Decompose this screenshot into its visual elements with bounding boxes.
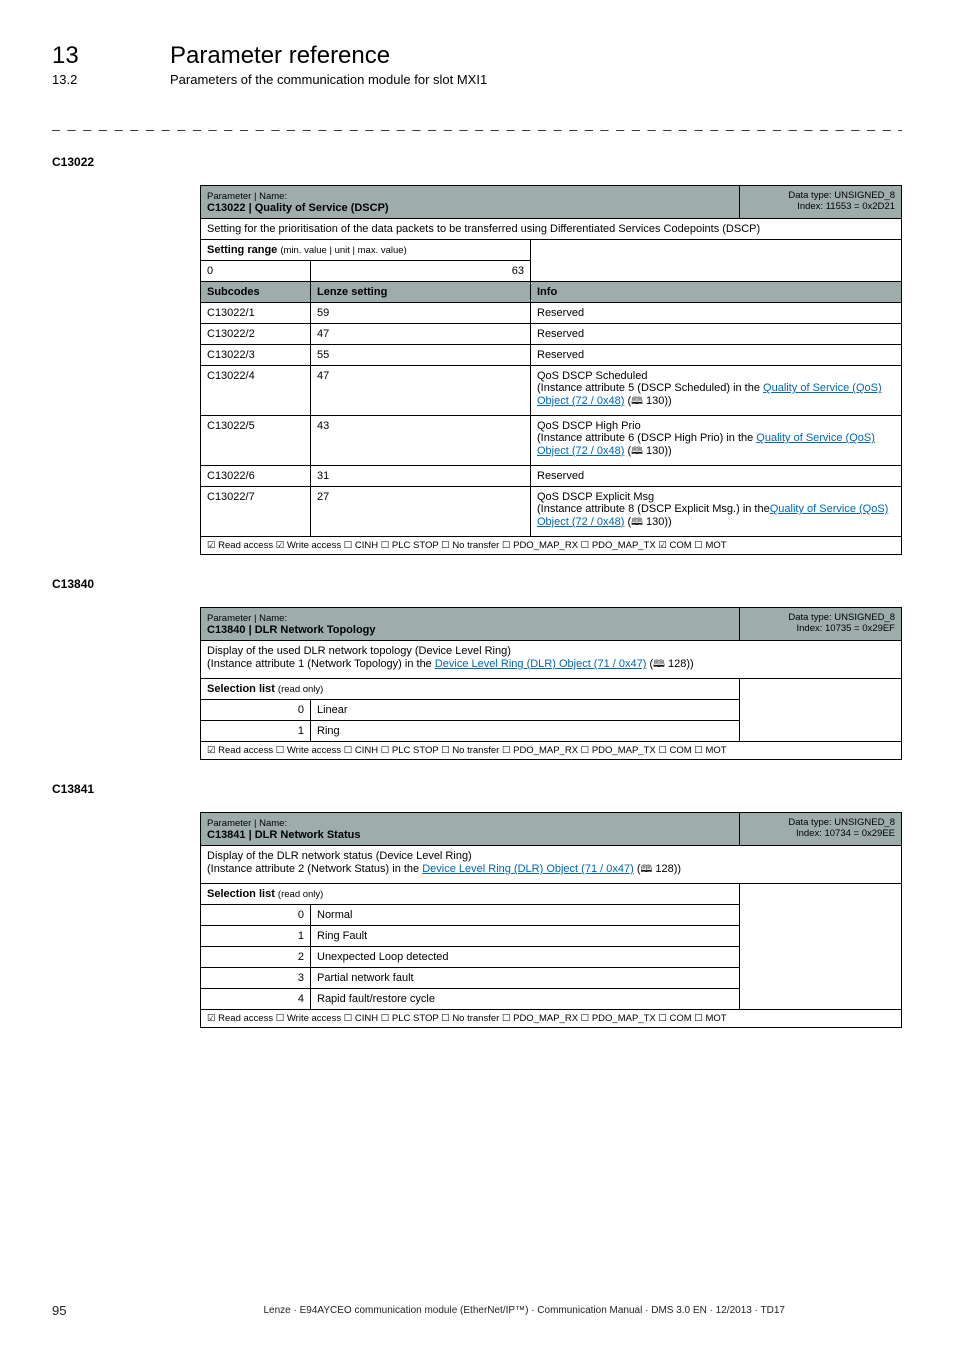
chapter-number: 13 bbox=[52, 42, 142, 70]
data-type: Data type: UNSIGNED_8 bbox=[788, 190, 895, 201]
param-desc-pre: Display of the used DLR network topology… bbox=[207, 645, 511, 657]
page-footer: 95 Lenze · E94AYCEO communication module… bbox=[52, 1303, 902, 1318]
table-row: C13022/3 55 Reserved bbox=[201, 345, 902, 366]
index: Index: 10734 = 0x29EE bbox=[796, 828, 895, 839]
table-c13840: Parameter | Name: C13840 | DLR Network T… bbox=[200, 607, 902, 760]
dlr-link[interactable]: Device Level Ring (DLR) Object (71 / 0x4… bbox=[422, 863, 634, 875]
data-type: Data type: UNSIGNED_8 bbox=[788, 817, 895, 828]
setting-range-label: Setting range bbox=[207, 244, 277, 256]
book-icon: 🕮 bbox=[631, 446, 643, 457]
table-c13841: Parameter | Name: C13841 | DLR Network S… bbox=[200, 812, 902, 1028]
param-code-c13840: C13840 bbox=[52, 577, 902, 591]
range-min: 0 bbox=[201, 261, 311, 282]
book-icon: 🕮 bbox=[631, 396, 643, 407]
book-icon: 🕮 bbox=[640, 864, 652, 875]
book-icon: 🕮 bbox=[631, 517, 643, 528]
table-row: C13022/5 43 QoS DSCP High Prio (Instance… bbox=[201, 416, 902, 466]
table-row: C13022/1 59 Reserved bbox=[201, 303, 902, 324]
param-code-c13022: C13022 bbox=[52, 155, 902, 169]
info-label: Info bbox=[531, 282, 902, 303]
access-flags: ☑ Read access ☐ Write access ☐ CINH ☐ PL… bbox=[201, 742, 902, 760]
range-max: 63 bbox=[311, 261, 531, 282]
param-name: C13841 | DLR Network Status bbox=[207, 829, 360, 841]
table-c13022: Parameter | Name: C13022 | Quality of Se… bbox=[200, 185, 902, 555]
data-type: Data type: UNSIGNED_8 bbox=[788, 612, 895, 623]
lenze-setting-label: Lenze setting bbox=[311, 282, 531, 303]
access-flags: ☑ Read access ☑ Write access ☐ CINH ☐ PL… bbox=[201, 537, 902, 555]
page-number: 95 bbox=[52, 1303, 66, 1318]
section-number: 13.2 bbox=[52, 72, 142, 87]
param-code-c13841: C13841 bbox=[52, 782, 902, 796]
index: Index: 11553 = 0x2D21 bbox=[797, 201, 895, 212]
table-row: C13022/6 31 Reserved bbox=[201, 466, 902, 487]
access-flags: ☑ Read access ☐ Write access ☐ CINH ☐ PL… bbox=[201, 1010, 902, 1028]
read-only-label: (read only) bbox=[278, 889, 323, 900]
section-header: 13.2 Parameters of the communication mod… bbox=[52, 72, 902, 87]
param-name: C13840 | DLR Network Topology bbox=[207, 624, 376, 636]
section-title: Parameters of the communication module f… bbox=[170, 72, 487, 87]
read-only-label: (read only) bbox=[278, 684, 323, 695]
index: Index: 10735 = 0x29EF bbox=[796, 623, 895, 634]
param-name-label: Parameter | Name: bbox=[207, 613, 287, 624]
chapter-header: 13 Parameter reference bbox=[52, 42, 902, 70]
table-row: C13022/4 47 QoS DSCP Scheduled (Instance… bbox=[201, 366, 902, 416]
param-name: C13022 | Quality of Service (DSCP) bbox=[207, 202, 389, 214]
book-icon: 🕮 bbox=[653, 659, 665, 670]
dlr-link[interactable]: Device Level Ring (DLR) Object (71 / 0x4… bbox=[435, 658, 647, 670]
subcodes-label: Subcodes bbox=[201, 282, 311, 303]
selection-list-label: Selection list bbox=[207, 888, 275, 900]
chapter-title: Parameter reference bbox=[170, 42, 390, 70]
param-name-label: Parameter | Name: bbox=[207, 818, 287, 829]
setting-range-detail: (min. value | unit | max. value) bbox=[280, 245, 406, 256]
footer-text: Lenze · E94AYCEO communication module (E… bbox=[146, 1305, 902, 1316]
param-description: Setting for the prioritisation of the da… bbox=[201, 219, 902, 240]
table-row: C13022/7 27 QoS DSCP Explicit Msg (Insta… bbox=[201, 487, 902, 537]
param-name-label: Parameter | Name: bbox=[207, 191, 287, 202]
table-row: C13022/2 47 Reserved bbox=[201, 324, 902, 345]
divider-line: _ _ _ _ _ _ _ _ _ _ _ _ _ _ _ _ _ _ _ _ … bbox=[52, 115, 902, 131]
selection-list-label: Selection list bbox=[207, 683, 275, 695]
param-desc-pre: Display of the DLR network status (Devic… bbox=[207, 850, 472, 862]
